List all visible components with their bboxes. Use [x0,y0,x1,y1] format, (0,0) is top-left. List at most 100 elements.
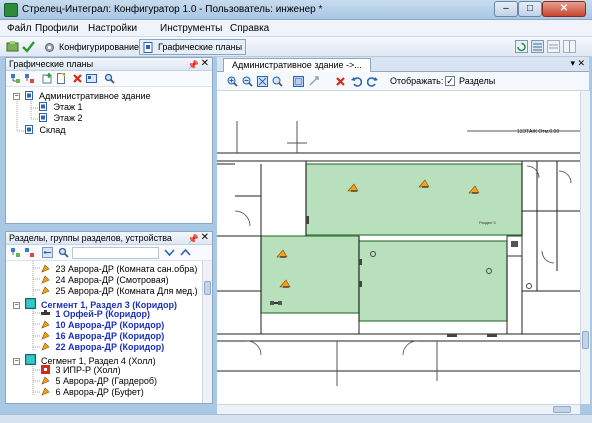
list-item[interactable]: 5 Аврора-ДР (Гардероб) [41,376,157,387]
delete-icon[interactable] [72,73,83,84]
close-pane-icon[interactable]: ✕ [201,232,209,244]
plan-label-room: Раздел 3 [479,220,496,225]
tab-building-plan[interactable]: Административное здание ->... [223,58,371,72]
collapse-toggle[interactable]: − [13,302,20,309]
menu-bar: Файл Профили Настройки Инструменты Справ… [0,20,592,37]
list-item[interactable]: 10 Аврора-ДР (Коридор) [41,320,164,331]
scrollbar-thumb[interactable] [553,406,571,413]
menu-profiles[interactable]: Профили [35,23,79,34]
list-item[interactable]: 1 Орфей-Р (Коридор) [41,309,150,320]
pan-icon[interactable] [309,76,320,87]
plan-icon [143,42,153,53]
plans-label: Графические планы [158,42,243,52]
building-label: Административное здание [39,91,151,101]
main-toolbar: Конфигурирование Графические планы [0,37,592,57]
menu-settings[interactable]: Настройки [88,23,137,34]
configure-label: Конфигурирование [59,42,140,52]
canvas-hscrollbar[interactable] [217,404,580,414]
undo-icon[interactable] [351,76,362,87]
menu-help[interactable]: Справка [230,23,269,34]
tree-expand-icon[interactable] [10,247,21,258]
collapse-toggle[interactable]: − [13,358,20,365]
plans-button[interactable]: Графические планы [139,39,247,55]
relay-icon [41,310,50,315]
menu-tools[interactable]: Инструменты [160,23,222,34]
device-label: 10 Аврора-ДР (Коридор) [55,320,165,330]
close-pane-icon[interactable]: ✕ [201,58,209,70]
layout-rows-icon[interactable] [531,40,544,53]
display-label: Отображать: [390,76,444,86]
floor1-label: Этаж 1 [53,102,83,112]
canvas-vscrollbar[interactable] [580,91,590,404]
warehouse-label: Склад [39,125,66,135]
menu-file[interactable]: Файл [7,23,32,34]
search-icon[interactable] [104,73,115,84]
configure-button[interactable]: Конфигурирование [40,39,143,55]
list-item[interactable]: 3 ИПР-Р (Холл) [41,365,121,376]
sections-pane-title: Разделы, группы разделов, устройства [9,233,172,243]
pin-icon[interactable]: 📌 [188,233,199,244]
zoom-fit-icon[interactable] [257,76,268,87]
list-item[interactable]: 24 Аврора-ДР (Смотровая) [41,275,169,286]
check-icon[interactable] [22,40,35,53]
maximize-button[interactable]: □ [518,1,542,17]
list-item[interactable]: 23 Аврора-ДР (Комната сан.обра) [41,264,197,275]
close-tab-icon[interactable]: ✕ [577,58,585,69]
zoom-out-icon[interactable] [242,76,253,87]
tree-collapse-icon[interactable] [24,247,35,258]
close-button[interactable]: ✕ [542,1,586,17]
collapse-toggle[interactable]: − [13,93,20,100]
detector-icon [41,387,50,396]
list-item[interactable]: 25 Аврора-ДР (Комната Для мед.) [41,286,198,297]
search-icon[interactable] [58,247,69,258]
plan-view-icon[interactable] [86,73,97,84]
device-label: 24 Аврора-ДР (Смотровая) [55,275,169,285]
new-plan-icon[interactable] [56,73,67,84]
minimize-button[interactable]: – [494,1,518,17]
add-plan-icon[interactable] [42,73,53,84]
plan-icon [24,91,33,100]
tree-collapse-icon[interactable] [24,73,35,84]
call-point-icon [41,365,50,374]
pin-icon[interactable]: 📌 [188,59,199,70]
select-icon[interactable] [293,76,304,87]
list-item[interactable]: 22 Аврора-ДР (Коридор) [41,342,164,353]
floor2-label: Этаж 2 [53,113,83,123]
delete-icon[interactable] [335,76,346,87]
plugin-icon[interactable] [6,40,19,53]
sections-checkbox-label: Разделы [459,76,496,86]
sections-pane-header: Разделы, группы разделов, устройства 📌 ✕ [6,232,212,245]
floor-plan-canvas[interactable]: 13ЭТАЖ Отм.0.00 Раздел 3 [217,91,580,404]
list-item[interactable]: 16 Аврора-ДР (Коридор) [41,331,164,342]
tree-node-warehouse[interactable]: Склад [25,125,66,136]
section-node[interactable]: − Сегмент 1, Раздел 4 (Холл) [13,354,156,366]
zoom-in-icon[interactable] [227,76,238,87]
chevron-down-icon[interactable] [164,247,175,258]
scrollbar-thumb[interactable] [204,281,211,295]
redo-icon[interactable] [367,76,378,87]
section-icon [24,354,36,365]
title-bar: Стрелец-Интеграл: Конфигуратор 1.0 - Пол… [0,0,592,20]
layout-list-icon[interactable] [547,40,560,53]
refresh-icon[interactable] [515,40,528,53]
group-view-icon[interactable] [42,247,53,258]
zoom-area-icon[interactable] [272,76,283,87]
list-item[interactable]: 6 Аврора-ДР (Буфет) [41,387,144,398]
layout-grid-icon[interactable] [563,40,576,53]
scrollbar-thumb[interactable] [582,331,589,349]
gear-icon [45,43,54,52]
tree-expand-icon[interactable] [10,73,21,84]
tab-list-icon[interactable]: ▾ [570,58,575,69]
detector-icon [41,286,50,295]
sections-checkbox[interactable]: ✓ [445,76,455,86]
section-node[interactable]: − Сегмент 1, Раздел 3 (Коридор) [13,298,177,310]
tree-node-floor2[interactable]: Этаж 2 [39,113,83,124]
filter-input[interactable] [72,247,159,259]
plan-icon [25,125,33,134]
detector-icon [41,342,50,351]
device-label: 16 Аврора-ДР (Коридор) [55,331,165,341]
sections-scrollbar[interactable] [202,261,212,403]
chevron-up-icon[interactable] [180,247,191,258]
tree-node-floor1[interactable]: Этаж 1 [39,102,83,113]
tree-node-building[interactable]: − Административное здание [13,91,151,102]
